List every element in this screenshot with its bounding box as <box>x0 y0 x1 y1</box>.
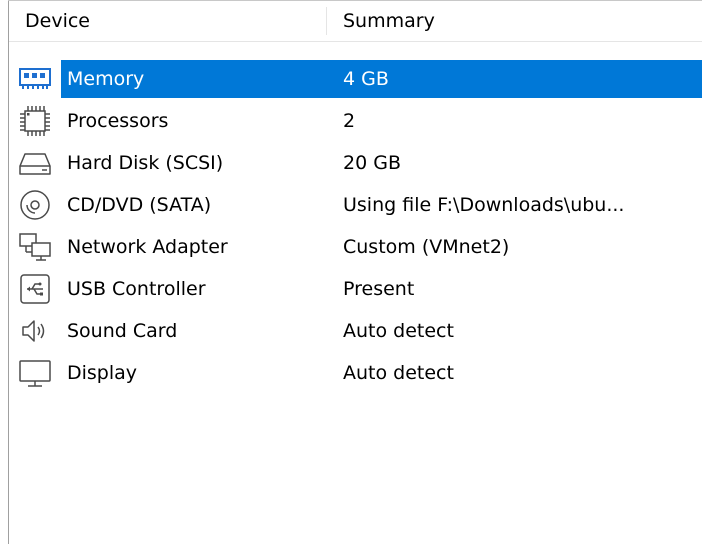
usb-icon <box>18 272 52 306</box>
summary-label: 2 <box>343 110 356 132</box>
summary-label: Auto detect <box>343 320 454 342</box>
memory-icon <box>18 62 52 96</box>
device-label: CD/DVD (SATA) <box>67 194 212 216</box>
device-row-sound-card[interactable]: Sound Card Auto detect <box>9 310 702 352</box>
column-header-summary[interactable]: Summary <box>327 1 702 41</box>
device-row-network-adapter[interactable]: Network Adapter Custom (VMnet2) <box>9 226 702 268</box>
device-row-memory[interactable]: Memory 4 GB <box>9 58 702 100</box>
network-adapter-icon <box>18 230 52 264</box>
device-list-panel: Device Summary Memory 4 GB Processors 2 … <box>0 0 702 544</box>
device-row-display[interactable]: Display Auto detect <box>9 352 702 394</box>
summary-label: Custom (VMnet2) <box>343 236 510 258</box>
device-label: Network Adapter <box>67 236 228 258</box>
device-label: Memory <box>67 68 145 90</box>
cd-dvd-icon <box>18 188 52 222</box>
device-label: Hard Disk (SCSI) <box>67 152 224 174</box>
device-label: USB Controller <box>67 278 206 300</box>
device-label: Display <box>67 362 138 384</box>
device-row-cd-dvd[interactable]: CD/DVD (SATA) Using file F:\Downloads\ub… <box>9 184 702 226</box>
processor-icon <box>18 104 52 138</box>
list-header: Device Summary <box>9 1 702 42</box>
device-label: Sound Card <box>67 320 178 342</box>
column-header-device[interactable]: Device <box>9 1 326 41</box>
device-list: Memory 4 GB Processors 2 Hard Disk (SCSI… <box>9 58 702 394</box>
speaker-icon <box>18 314 52 348</box>
summary-label: Auto detect <box>343 362 454 384</box>
summary-label: 20 GB <box>343 152 401 174</box>
device-row-hard-disk[interactable]: Hard Disk (SCSI) 20 GB <box>9 142 702 184</box>
summary-label: 4 GB <box>343 68 389 90</box>
device-row-processors[interactable]: Processors 2 <box>9 100 702 142</box>
device-label: Processors <box>67 110 169 132</box>
monitor-icon <box>18 356 52 390</box>
hard-disk-icon <box>18 146 52 180</box>
summary-label: Using file F:\Downloads\ubu... <box>343 194 625 216</box>
device-row-usb-controller[interactable]: USB Controller Present <box>9 268 702 310</box>
summary-label: Present <box>343 278 415 300</box>
